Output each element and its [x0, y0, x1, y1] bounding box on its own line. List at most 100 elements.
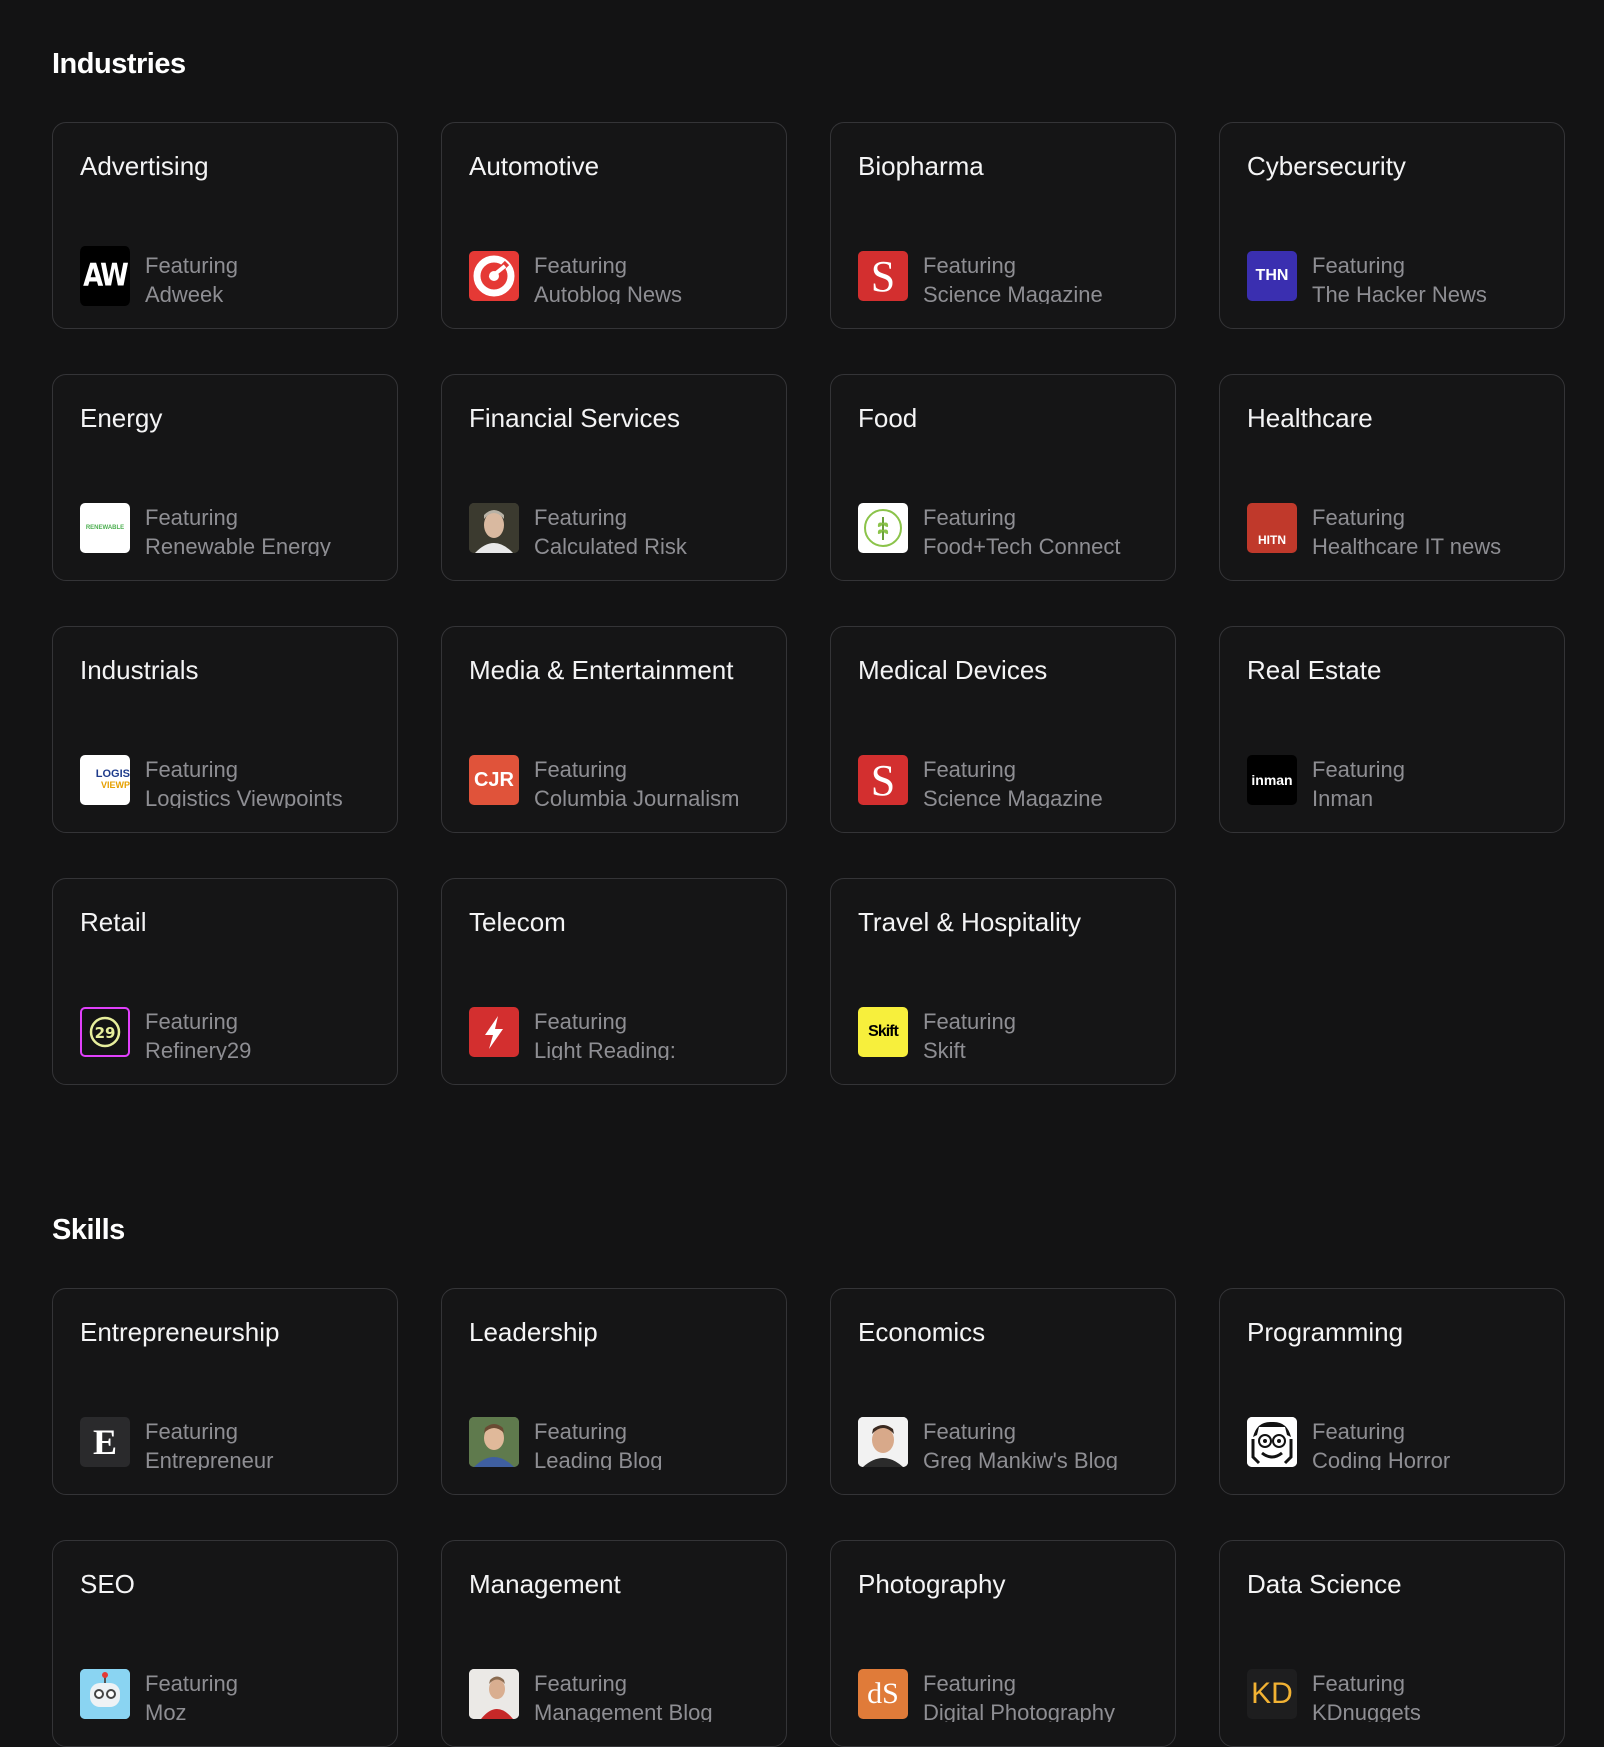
- science-magazine-logo-icon: S: [858, 755, 908, 805]
- industry-card-healthcare[interactable]: Healthcare HITN Featuring Healthcare IT …: [1219, 374, 1565, 581]
- industry-card-retail[interactable]: Retail 29 Featuring Refinery29: [52, 878, 398, 1085]
- card-title: Travel & Hospitality: [858, 907, 1081, 937]
- card-title: Financial Services: [469, 403, 680, 433]
- featuring-label: Featuring: [534, 505, 627, 530]
- featuring-label: Featuring: [145, 1671, 238, 1696]
- mankiw-avatar-icon: [858, 1417, 908, 1467]
- moz-logo-icon: [80, 1669, 130, 1719]
- featuring-label: Featuring: [1312, 1419, 1405, 1444]
- industry-card-energy[interactable]: Energy RENEWABLE Featuring Renewable Ene…: [52, 374, 398, 581]
- renewable-energy-logo-icon: RENEWABLE: [80, 503, 130, 553]
- featuring-label: Featuring: [534, 1009, 627, 1034]
- skill-card-entrepreneurship[interactable]: Entrepreneurship E Featuring Entrepreneu…: [52, 1288, 398, 1495]
- card-title: Industrials: [80, 655, 199, 685]
- skills-heading: Skills: [52, 1214, 125, 1246]
- card-title: Data Science: [1247, 1569, 1402, 1599]
- featuring-label: Featuring: [534, 1671, 627, 1696]
- source-name: Entrepreneur: [145, 1448, 274, 1470]
- card-title: Biopharma: [858, 151, 984, 181]
- card-title: Advertising: [80, 151, 209, 181]
- food-tech-connect-logo-icon: [858, 503, 908, 553]
- source-name: Adweek: [145, 282, 224, 304]
- industry-card-real-estate[interactable]: Real Estate inman Featuring Inman: [1219, 626, 1565, 833]
- industry-card-advertising[interactable]: Advertising AW Featuring Adweek: [52, 122, 398, 329]
- industries-section: Industries Advertising AW Featuring Adwe…: [52, 46, 1565, 1085]
- featuring-label: Featuring: [1312, 505, 1405, 530]
- industry-card-medical-devices[interactable]: Medical Devices S Featuring Science Maga…: [830, 626, 1176, 833]
- featuring-label: Featuring: [145, 1419, 238, 1444]
- industry-card-cybersecurity[interactable]: Cybersecurity THN Featuring The Hacker N…: [1219, 122, 1565, 329]
- industry-card-telecom[interactable]: Telecom Featuring Light Reading:: [441, 878, 787, 1085]
- featuring-label: Featuring: [923, 253, 1016, 278]
- healthcare-it-news-logo-icon: HITN: [1247, 503, 1297, 553]
- source-name: Refinery29: [145, 1038, 252, 1060]
- source-name: Food+Tech Connect: [923, 534, 1121, 556]
- industry-card-media-entertainment[interactable]: Media & Entertainment CJR Featuring Colu…: [441, 626, 787, 833]
- card-title: Automotive: [469, 151, 600, 181]
- skift-logo-icon: Skift: [858, 1007, 908, 1057]
- hacker-news-logo-icon: THN: [1247, 251, 1297, 301]
- coding-horror-logo-icon: [1247, 1417, 1297, 1467]
- source-name: The Hacker News: [1312, 282, 1487, 304]
- source-name: Digital Photography: [923, 1700, 1116, 1722]
- featuring-label: Featuring: [534, 253, 627, 278]
- source-name: Renewable Energy: [145, 534, 331, 556]
- card-title: Retail: [80, 907, 147, 937]
- card-title: Management: [469, 1569, 621, 1599]
- featuring-label: Featuring: [534, 757, 627, 782]
- featuring-label: Featuring: [923, 505, 1016, 530]
- skill-card-management[interactable]: Management Featuring Management Blog: [441, 1540, 787, 1747]
- featuring-label: Featuring: [923, 1009, 1016, 1034]
- science-magazine-logo-icon: S: [858, 251, 908, 301]
- adweek-logo-icon: AW: [80, 246, 130, 306]
- industry-card-travel-hospitality[interactable]: Travel & Hospitality Skift Featuring Ski…: [830, 878, 1176, 1085]
- featuring-label: Featuring: [923, 1671, 1016, 1696]
- skill-card-photography[interactable]: Photography dS Featuring Digital Photogr…: [830, 1540, 1176, 1747]
- leading-blog-avatar-icon: [469, 1417, 519, 1467]
- industry-card-financial-services[interactable]: Financial Services Featuring Calculated …: [441, 374, 787, 581]
- card-title: Cybersecurity: [1247, 151, 1406, 181]
- source-name: Skift: [923, 1038, 966, 1060]
- source-name: Science Magazine: [923, 786, 1103, 808]
- source-name: Light Reading:: [534, 1038, 676, 1060]
- management-blog-avatar-icon: [469, 1669, 519, 1719]
- source-name: Science Magazine: [923, 282, 1103, 304]
- card-title: Photography: [858, 1569, 1006, 1599]
- logo-line-1: LOGIS: [95, 768, 130, 780]
- refinery29-logo-icon: 29: [80, 1007, 130, 1057]
- card-title: Telecom: [469, 907, 566, 937]
- card-title: Economics: [858, 1317, 986, 1347]
- industry-card-biopharma[interactable]: Biopharma S Featuring Science Magazine: [830, 122, 1176, 329]
- autoblog-logo-icon: [469, 251, 519, 301]
- industry-card-food[interactable]: Food Featuring Food+Tech Connect: [830, 374, 1176, 581]
- industry-card-automotive[interactable]: Automotive Featuring Autoblog News: [441, 122, 787, 329]
- skill-card-seo[interactable]: SEO Featuring Moz: [52, 1540, 398, 1747]
- light-reading-logo-icon: [469, 1007, 519, 1057]
- skills-grid: Entrepreneurship E Featuring Entrepreneu…: [52, 1288, 1565, 1747]
- industry-card-industrials[interactable]: Industrials LOGIS VIEWP Featuring Logist…: [52, 626, 398, 833]
- skills-section: Skills Entrepreneurship E Featuring Entr…: [52, 1212, 1565, 1747]
- source-name: Coding Horror: [1312, 1448, 1451, 1470]
- skill-card-programming[interactable]: Programming Featuring Coding Horror: [1219, 1288, 1565, 1495]
- skill-card-economics[interactable]: Economics Featuring Greg Mankiw's Blog: [830, 1288, 1176, 1495]
- source-name: Healthcare IT news: [1312, 534, 1502, 556]
- inman-logo-icon: inman: [1247, 755, 1297, 805]
- industries-heading: Industries: [52, 48, 186, 80]
- featuring-label: Featuring: [145, 505, 238, 530]
- skill-card-leadership[interactable]: Leadership Featuring Leading Blog: [441, 1288, 787, 1495]
- source-name: Inman: [1312, 786, 1374, 808]
- featuring-label: Featuring: [145, 253, 238, 278]
- skill-card-data-science[interactable]: Data Science KD Featuring KDnuggets: [1219, 1540, 1565, 1747]
- industries-grid: Advertising AW Featuring Adweek Automoti…: [52, 122, 1565, 1085]
- card-title: Food: [858, 403, 918, 433]
- digital-photography-logo-icon: dS: [858, 1669, 908, 1719]
- featuring-label: Featuring: [923, 1419, 1016, 1444]
- card-title: SEO: [80, 1569, 135, 1599]
- card-title: Media & Entertainment: [469, 655, 734, 685]
- source-name: Calculated Risk: [534, 534, 687, 556]
- card-title: Healthcare: [1247, 403, 1373, 433]
- card-title: Energy: [80, 403, 163, 433]
- entrepreneur-logo-icon: E: [80, 1417, 130, 1467]
- featuring-label: Featuring: [1312, 253, 1405, 278]
- source-name: Columbia Journalism: [534, 786, 740, 808]
